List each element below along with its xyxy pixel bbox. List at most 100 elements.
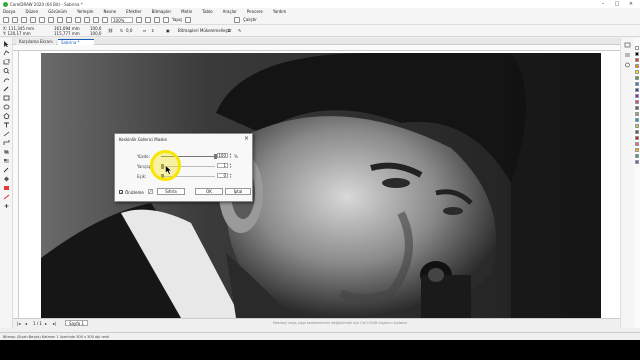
radius-input[interactable]: 1 [217,163,228,168]
interactive-fill-tool-icon[interactable] [3,176,10,182]
menu-layout[interactable]: Yerleşim [77,9,94,14]
fullscreen-icon[interactable] [136,16,142,23]
color-swatch[interactable] [635,142,639,146]
close-window-button[interactable]: × [624,0,638,8]
color-swatch[interactable] [635,130,639,134]
prev-page-icon[interactable]: ◂ [25,321,27,326]
next-page-icon[interactable]: ▸ [45,321,47,326]
first-page-icon[interactable]: |◂ [17,321,20,326]
menu-bitmaps[interactable]: Bitmapler [152,9,172,14]
minimize-button[interactable]: – [596,0,610,8]
copy-icon[interactable] [48,16,54,23]
color-swatch[interactable] [635,76,639,80]
crop-bitmap-icon[interactable]: ⌗ [228,28,230,33]
color-swatch[interactable] [635,112,639,116]
outline-tool-icon[interactable] [3,194,10,200]
y-position-field[interactable]: Y: 120,17 mm [3,31,31,36]
mirror-vertical-icon[interactable]: ⇕ [151,28,154,33]
snap-to-menu[interactable]: Yapış [172,17,182,22]
percent-input[interactable]: 100 [217,153,228,158]
menu-edit[interactable]: Düzen [25,9,38,14]
print-icon[interactable] [30,16,36,23]
rulers-icon[interactable] [145,16,151,23]
menu-object[interactable]: Nesne [104,9,117,14]
color-swatch[interactable] [635,46,639,50]
artistic-media-tool-icon[interactable] [3,86,10,92]
reset-button[interactable]: Sıfırla [157,188,185,195]
eyedropper-tool-icon[interactable] [3,167,10,173]
add-tool-icon[interactable] [3,203,10,209]
color-swatch[interactable] [635,70,639,74]
redo-icon[interactable] [75,16,81,23]
app-launcher-icon[interactable] [234,16,241,23]
color-swatch[interactable] [635,106,639,110]
docker-objects-icon[interactable] [624,52,631,58]
ok-button[interactable]: OK [195,188,223,195]
menu-window[interactable]: Pencere [247,9,263,14]
color-swatch[interactable] [635,124,639,128]
cancel-button[interactable]: İptal [225,188,251,195]
zoom-level-select[interactable]: 100% [111,16,133,23]
menu-help[interactable]: Yardım [273,9,286,14]
rectangle-tool-icon[interactable] [3,95,10,101]
percent-spinner[interactable]: ▴ ▾ [229,153,232,159]
cut-icon[interactable] [39,16,45,23]
mirror-horizontal-icon[interactable]: ⇔ [143,28,146,33]
polygon-tool-icon[interactable] [3,113,10,119]
color-swatch[interactable] [635,136,639,140]
menu-tools[interactable]: Araçlar [223,9,237,14]
menu-table[interactable]: Tablo [202,9,212,14]
publish-pdf-icon[interactable] [102,16,108,23]
freehand-tool-icon[interactable] [3,77,10,83]
shape-tool-icon[interactable] [3,50,10,56]
height-field[interactable]: 115,777 mm [54,31,80,36]
menu-effects[interactable]: Efektler [126,9,142,14]
save-icon[interactable] [21,16,27,23]
threshold-input[interactable]: 0 [217,173,228,178]
menu-text[interactable]: Metin [181,9,192,14]
color-swatch[interactable] [635,88,639,92]
edit-bitmap-icon[interactable]: ▣ [166,28,170,33]
color-swatch[interactable] [635,94,639,98]
pick-tool-icon[interactable] [3,41,10,47]
scale-height-field[interactable]: 100,0 [90,31,101,36]
crop-tool-icon[interactable] [3,59,10,65]
trace-bitmap-icon[interactable]: ✎ [238,28,241,33]
dialog-close-button[interactable]: × [244,135,249,142]
launch-menu[interactable]: Çalıştır [243,17,257,22]
color-swatch[interactable] [635,58,639,62]
preview-lock-icon[interactable] [148,189,153,194]
color-swatch[interactable] [635,82,639,86]
threshold-spinner[interactable]: ▴ ▾ [229,173,232,179]
undo-icon[interactable] [66,16,72,23]
edit-bitmap-button[interactable]: Bitmapleri Mükemmelleştir [178,28,232,33]
docker-hints-icon[interactable] [624,62,631,68]
import-icon[interactable] [84,16,90,23]
color-swatch[interactable] [635,148,639,152]
menu-view[interactable]: Görünüm [48,9,67,14]
preview-checkbox[interactable]: ✓ [119,190,123,195]
page-tab[interactable]: Sayfa 1 [65,320,89,326]
color-swatch[interactable] [635,64,639,68]
color-swatch[interactable] [635,118,639,122]
text-tool-icon[interactable] [3,122,10,128]
zoom-tool-icon[interactable] [3,68,10,74]
radius-spinner[interactable]: ▴ ▾ [229,163,232,169]
color-swatch[interactable] [635,160,639,164]
parallel-dimension-tool-icon[interactable] [3,131,10,137]
add-page-icon[interactable]: ▸| [53,321,56,326]
options-gear-icon[interactable] [185,16,192,23]
rotation-angle-field[interactable]: 0,0 [126,28,132,33]
menu-file[interactable]: Dosya [3,9,15,14]
paste-icon[interactable] [57,16,63,23]
smart-fill-tool-icon[interactable] [3,185,10,191]
docker-properties-icon[interactable] [624,42,631,48]
color-swatch[interactable] [635,52,639,56]
grid-icon[interactable] [154,16,160,23]
drawing-canvas[interactable] [19,51,620,318]
color-swatch[interactable] [635,154,639,158]
open-icon[interactable] [12,16,18,23]
maximize-button[interactable]: □ [610,0,624,8]
drop-shadow-tool-icon[interactable] [3,149,10,155]
lock-ratio-icon[interactable]: ⛓ [108,28,113,33]
